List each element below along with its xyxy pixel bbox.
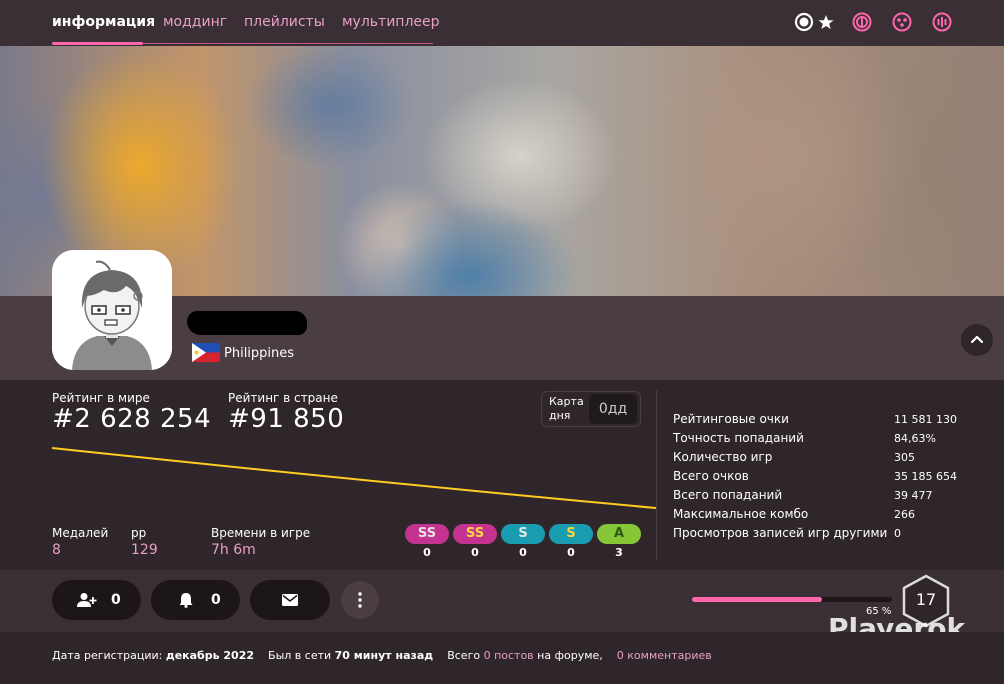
last-online-value: 70 минут назад (334, 649, 434, 662)
tab-modding[interactable]: моддинг (163, 14, 227, 30)
top-nav: информация моддинг плейлисты мультиплеер (0, 0, 1004, 46)
grade-ss-silver-count: 0 (423, 546, 431, 559)
envelope-icon (282, 594, 298, 606)
avatar (52, 250, 172, 370)
send-message-button[interactable] (250, 580, 330, 620)
rank-history-graph[interactable] (52, 440, 656, 516)
more-options-button[interactable] (341, 581, 379, 619)
joined-label: Дата регистрации: (52, 649, 163, 662)
last-online-label: Был в сети (268, 649, 332, 662)
tab-divider (143, 43, 433, 44)
playtime-label: Времени в игре (211, 526, 311, 540)
profile-info-line: Дата регистрации: декабрь 2022 Был в сет… (52, 649, 712, 662)
comments-link[interactable]: 0 комментариев (617, 649, 712, 662)
total-score-value: 35 185 654 (894, 470, 957, 483)
follow-notifications-button[interactable] (151, 580, 240, 620)
forum-prefix: Всего (447, 649, 481, 662)
level-progress-bar (692, 597, 892, 602)
default-mode-star-icon (818, 15, 834, 29)
forum-suffix: на форуме, (537, 649, 603, 662)
daily-challenge-label: Карта дня (549, 395, 584, 422)
global-rank-value: #2 628 254 (52, 404, 212, 434)
username-redacted (187, 311, 307, 335)
play-count-label: Количество игр (673, 450, 773, 464)
tab-info[interactable]: информация (52, 14, 155, 30)
level-progress-fill (692, 597, 822, 602)
max-combo-label: Максимальное комбо (673, 507, 809, 521)
add-user-icon (77, 593, 97, 607)
accuracy-label: Точность попаданий (673, 431, 804, 445)
max-combo-value: 266 (894, 508, 915, 521)
total-score-label: Всего очков (673, 469, 749, 483)
tab-playlists[interactable]: плейлисты (244, 14, 325, 30)
osu-standard-icon[interactable] (793, 11, 815, 33)
country-name[interactable]: Philippines (224, 346, 294, 361)
total-hits-label: Всего попаданий (673, 488, 783, 502)
play-count-value: 305 (894, 451, 915, 464)
grade-ss-silver-badge: SS (405, 524, 449, 544)
grade-ss-count: 0 (471, 546, 479, 559)
stats-divider (656, 390, 657, 560)
friends-count: 0 (111, 592, 121, 608)
replays-watched-label: Просмотров записей игр другими (673, 526, 888, 540)
accuracy-value: 84,63% (894, 432, 936, 445)
grade-s-silver-count: 0 (519, 546, 527, 559)
bell-icon (179, 593, 193, 608)
level-number: 17 (915, 590, 937, 609)
taiko-icon[interactable] (851, 11, 873, 33)
medals-label: Медалей (52, 526, 109, 540)
grade-a-badge: A (597, 524, 641, 544)
philippines-flag-icon (192, 343, 220, 362)
country-rank-label: Рейтинг в стране (228, 391, 338, 405)
pp-value: 129 (131, 542, 158, 558)
ranked-score-label: Рейтинговые очки (673, 412, 789, 426)
mania-icon[interactable] (931, 11, 953, 33)
avatar-image (52, 250, 172, 370)
daily-challenge-value: 0дд (589, 394, 637, 424)
joined-date: декабрь 2022 (165, 649, 255, 662)
catch-icon[interactable] (891, 11, 913, 33)
chevron-up-icon (970, 335, 984, 344)
add-friend-button[interactable] (52, 580, 141, 620)
grade-s-badge: S (549, 524, 593, 544)
followers-count: 0 (211, 592, 221, 608)
global-rank-label: Рейтинг в мире (52, 391, 150, 405)
grade-ss-badge: SS (453, 524, 497, 544)
medals-value: 8 (52, 542, 61, 558)
total-hits-value: 39 477 (894, 489, 933, 502)
more-vertical-icon (358, 592, 362, 608)
pp-label: pp (131, 526, 147, 540)
collapse-header-button[interactable] (961, 324, 993, 356)
tab-multiplayer[interactable]: мультиплеер (342, 14, 440, 30)
ranked-score-value: 11 581 130 (894, 413, 957, 426)
country-rank-value: #91 850 (228, 404, 345, 434)
grade-s-silver-badge: S (501, 524, 545, 544)
replays-watched-value: 0 (894, 527, 901, 540)
grade-a-count: 3 (615, 546, 623, 559)
grade-s-count: 0 (567, 546, 575, 559)
playtime-value: 7h 6m (211, 542, 256, 558)
active-tab-indicator (52, 42, 143, 45)
forum-posts-link[interactable]: 0 постов (484, 649, 534, 662)
